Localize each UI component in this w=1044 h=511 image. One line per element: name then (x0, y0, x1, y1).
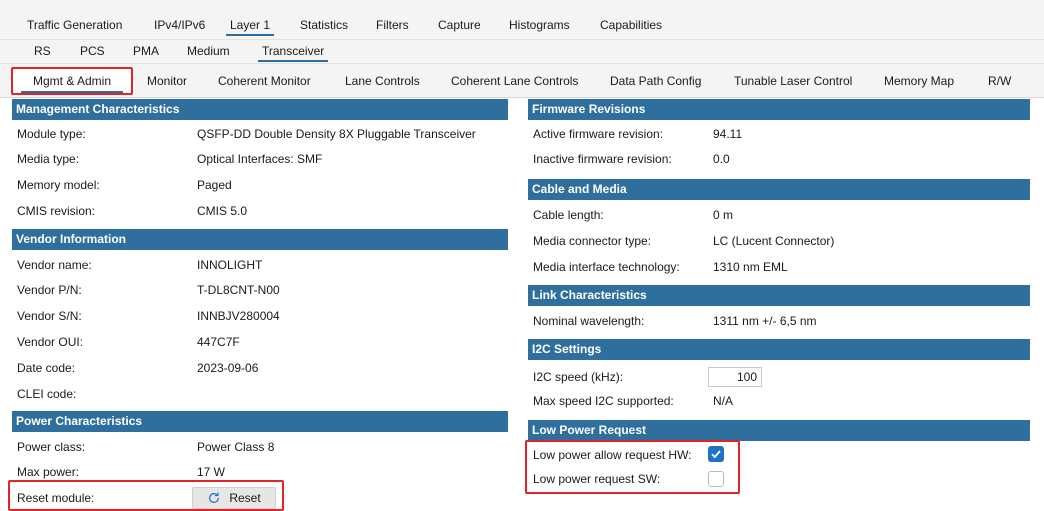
active-firmware-label: Active firmware revision: (533, 127, 664, 141)
power-class-value: Power Class 8 (197, 440, 275, 454)
memory-model-label: Memory model: (17, 178, 100, 192)
tab-filters[interactable]: Filters (376, 18, 409, 32)
tab-pcs[interactable]: PCS (80, 44, 105, 58)
vendor-name-label: Vendor name: (17, 258, 92, 272)
cable-section-header: Cable and Media (528, 179, 1030, 200)
tab-tunable-laser-control[interactable]: Tunable Laser Control (734, 74, 852, 88)
tab-transceiver[interactable]: Transceiver (257, 44, 329, 62)
vendor-name-value: INNOLIGHT (197, 258, 263, 272)
module-type-value: QSFP-DD Double Density 8X Pluggable Tran… (197, 127, 476, 141)
inactive-firmware-value: 0.0 (713, 152, 730, 166)
memory-model-value: Paged (197, 178, 232, 192)
cmis-revision-label: CMIS revision: (17, 204, 96, 218)
tab-data-path-config[interactable]: Data Path Config (610, 74, 701, 88)
main-tab-bar: Traffic Generation IPv4/IPv6 Layer 1 Sta… (0, 0, 1044, 40)
tab-coherent-monitor[interactable]: Coherent Monitor (218, 74, 311, 88)
max-i2c-speed-label: Max speed I2C supported: (533, 394, 674, 408)
cable-length-value: 0 m (713, 208, 734, 222)
connector-type-value: LC (Lucent Connector) (713, 234, 835, 248)
layer1-tab-bar: RS PCS PMA Medium Transceiver (0, 40, 1044, 64)
tab-layer-1[interactable]: Layer 1 (225, 18, 275, 36)
cable-length-label: Cable length: (533, 208, 604, 222)
module-type-label: Module type: (17, 127, 86, 141)
power-section-header: Power Characteristics (12, 411, 508, 432)
vendor-pn-value: T-DL8CNT-N00 (197, 283, 280, 297)
tab-memory-map[interactable]: Memory Map (884, 74, 954, 88)
transceiver-tab-bar: Monitor Coherent Monitor Lane Controls C… (0, 64, 1044, 98)
connector-type-label: Media connector type: (533, 234, 652, 248)
vendor-sn-label: Vendor S/N: (17, 309, 82, 323)
interface-technology-label: Media interface technology: (533, 260, 680, 274)
tab-capture[interactable]: Capture (438, 18, 481, 32)
cmis-revision-value: CMIS 5.0 (197, 204, 248, 218)
management-section-header: Management Characteristics (12, 99, 508, 120)
tab-histograms[interactable]: Histograms (509, 18, 570, 32)
vendor-oui-label: Vendor OUI: (17, 335, 84, 349)
low-power-section-header: Low Power Request (528, 420, 1030, 441)
tab-pma[interactable]: PMA (133, 44, 159, 58)
tab-coherent-lane-controls[interactable]: Coherent Lane Controls (451, 74, 578, 88)
tab-capabilities[interactable]: Capabilities (600, 18, 662, 32)
i2c-section-header: I2C Settings (528, 339, 1030, 360)
tab-mgmt-admin[interactable]: Mgmt & Admin (13, 69, 131, 93)
power-class-label: Power class: (17, 440, 86, 454)
i2c-speed-label: I2C speed (kHz): (533, 370, 624, 384)
i2c-speed-input[interactable]: 100 (708, 367, 762, 387)
tab-monitor[interactable]: Monitor (147, 74, 187, 88)
vendor-pn-label: Vendor P/N: (17, 283, 82, 297)
vendor-section-header: Vendor Information (12, 229, 508, 250)
active-firmware-value: 94.11 (713, 127, 743, 141)
tab-traffic-generation[interactable]: Traffic Generation (27, 18, 122, 32)
tab-statistics[interactable]: Statistics (300, 18, 348, 32)
media-type-value: Optical Interfaces: SMF (197, 152, 323, 166)
inactive-firmware-label: Inactive firmware revision: (533, 152, 672, 166)
media-type-label: Media type: (17, 152, 80, 166)
date-code-label: Date code: (17, 361, 76, 375)
clei-code-label: CLEI code: (17, 387, 77, 401)
vendor-oui-value: 447C7F (197, 335, 240, 349)
tab-rs[interactable]: RS (34, 44, 51, 58)
firmware-section-header: Firmware Revisions (528, 99, 1030, 120)
link-section-header: Link Characteristics (528, 285, 1030, 306)
low-power-highlight-box (525, 440, 740, 494)
interface-technology-value: 1310 nm EML (713, 260, 788, 274)
reset-highlight-box (8, 480, 284, 511)
max-power-value: 17 W (197, 465, 226, 479)
tab-ipv4-ipv6[interactable]: IPv4/IPv6 (154, 18, 205, 32)
selected-tab-highlight: Mgmt & Admin (11, 67, 133, 95)
tab-lane-controls[interactable]: Lane Controls (345, 74, 420, 88)
nominal-wavelength-value: 1311 nm +/- 6,5 nm (713, 314, 817, 328)
max-i2c-speed-value: N/A (713, 394, 734, 408)
max-power-label: Max power: (17, 465, 80, 479)
tab-read-write[interactable]: R/W (988, 74, 1011, 88)
vendor-sn-value: INNBJV280004 (197, 309, 280, 323)
date-code-value: 2023-09-06 (197, 361, 259, 375)
tab-medium[interactable]: Medium (187, 44, 230, 58)
nominal-wavelength-label: Nominal wavelength: (533, 314, 645, 328)
